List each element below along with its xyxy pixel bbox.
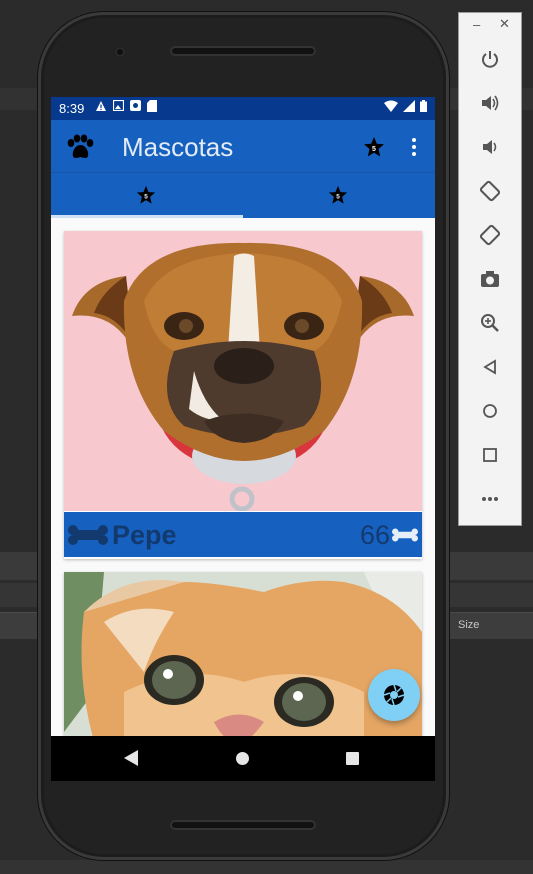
system-nav-bar <box>51 736 435 781</box>
warning-icon <box>96 101 106 111</box>
image-notification-icon <box>113 100 124 111</box>
more-dots-icon[interactable] <box>475 484 505 514</box>
favorites-star-icon[interactable]: 5 <box>363 136 385 158</box>
app-title: Mascotas <box>122 132 234 162</box>
system-icons <box>384 100 427 112</box>
volume-down-icon[interactable] <box>475 132 505 162</box>
svg-text:5: 5 <box>336 194 340 201</box>
overview-square-icon[interactable] <box>475 440 505 470</box>
tab-profile[interactable]: 5 <box>243 173 435 218</box>
signal-icon <box>403 100 415 112</box>
power-icon[interactable] <box>475 44 505 74</box>
volume-up-icon[interactable] <box>475 88 505 118</box>
bone-icon[interactable] <box>68 525 108 545</box>
close-icon[interactable]: ✕ <box>499 16 510 32</box>
notification-icons <box>95 100 157 112</box>
sd-card-icon <box>147 100 157 112</box>
favorites-star-icon: 5 <box>328 185 348 204</box>
camera-shutter-icon <box>383 684 405 706</box>
status-time: 8:39 <box>59 101 85 116</box>
tab-indicator <box>51 215 243 218</box>
emulator-toolbar: – ✕ <box>458 12 522 526</box>
pet-card-footer: Pepe 66 <box>64 512 422 557</box>
photo-notification-icon <box>130 100 141 111</box>
pet-photo-dog <box>64 231 422 511</box>
pet-likes-count: 66 <box>359 520 390 550</box>
bottom-speaker <box>170 820 316 830</box>
paw-icon[interactable] <box>65 134 95 160</box>
nav-recents-icon[interactable] <box>346 752 359 765</box>
phone-screen: 8:39 Mascotas 5 5 5 Pepe 66 <box>51 97 435 781</box>
nav-home-icon[interactable] <box>236 752 249 765</box>
favorites-star-icon: 5 <box>136 185 156 204</box>
tab-bar: 5 5 <box>51 172 435 218</box>
nav-back-icon[interactable] <box>124 750 138 766</box>
status-bar: 8:39 <box>51 97 435 120</box>
more-vert-icon[interactable] <box>409 135 419 159</box>
rotate-left-icon[interactable] <box>475 176 505 206</box>
pet-name: Pepe <box>112 520 177 550</box>
minimize-icon[interactable]: – <box>473 17 480 32</box>
pet-card[interactable]: Pepe 66 <box>64 231 422 559</box>
bone-icon <box>392 528 418 542</box>
front-camera <box>115 47 125 57</box>
rotate-right-icon[interactable] <box>475 220 505 250</box>
earpiece-speaker <box>170 46 316 56</box>
screenshot-camera-icon[interactable] <box>475 264 505 294</box>
camera-fab[interactable] <box>368 669 420 721</box>
wifi-icon <box>384 100 398 112</box>
home-circle-icon[interactable] <box>475 396 505 426</box>
tab-pets-list[interactable]: 5 <box>51 173 243 218</box>
ide-size-column-header: Size <box>458 619 480 631</box>
emulator-title-bar: – ✕ <box>459 13 521 37</box>
app-bar: Mascotas 5 <box>51 120 435 172</box>
ide-status-strip <box>0 860 533 874</box>
svg-text:5: 5 <box>372 146 376 153</box>
back-triangle-icon[interactable] <box>475 352 505 382</box>
svg-text:5: 5 <box>144 194 148 201</box>
zoom-in-icon[interactable] <box>475 308 505 338</box>
battery-icon <box>420 100 427 112</box>
